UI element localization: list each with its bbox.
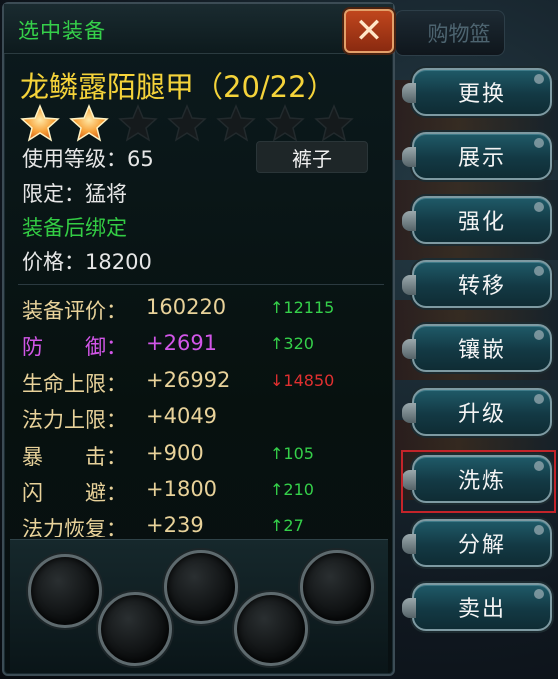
gem-socket[interactable]	[300, 550, 374, 624]
attribute-label: 法力上限：	[22, 408, 127, 432]
star-empty-icon	[265, 104, 305, 142]
replace-button[interactable]: 更换	[402, 68, 552, 116]
item-price: 价格：18200	[22, 250, 152, 274]
attribute-increase: ↑320	[270, 334, 314, 353]
gem-socket-tray	[10, 539, 388, 673]
attribute-decrease: ↓14850	[270, 371, 335, 390]
attribute-increase: ↑210	[270, 480, 314, 499]
attribute-label: 闪 避：	[22, 481, 127, 505]
show-button[interactable]: 展示	[402, 132, 552, 180]
star-empty-icon	[216, 104, 256, 142]
gem-socket[interactable]	[234, 592, 308, 666]
sell-button[interactable]: 卖出	[402, 583, 552, 631]
star-empty-icon	[167, 104, 207, 142]
attribute-row: 防 御： +2691 ↑320	[22, 331, 382, 365]
star-empty-icon	[118, 104, 158, 142]
star-empty-icon	[314, 104, 354, 142]
attribute-row: 闪 避： +1800 ↑210	[22, 477, 382, 511]
transfer-button[interactable]: 转移	[402, 260, 552, 308]
enhance-button[interactable]: 强化	[402, 196, 552, 244]
equipment-panel: 选中装备 ✕ 龙鳞露陌腿甲（20/22） 使用等级：65 裤子 限定：猛将 装备…	[2, 2, 395, 676]
item-name: 龙鳞露陌腿甲（20/22）	[20, 70, 336, 104]
close-button[interactable]: ✕	[344, 9, 394, 53]
attribute-row: 生命上限： +26992 ↓14850	[22, 368, 382, 402]
attribute-label: 装备评价：	[22, 299, 127, 323]
attribute-label: 暴 击：	[22, 445, 127, 469]
attribute-list[interactable]: 装备评价： 160220 ↑12115 防 御： +2691 ↑320 生命上限： +2699…	[4, 289, 397, 537]
panel-title: 选中装备	[18, 19, 106, 43]
bind-status: 装备后绑定	[22, 216, 127, 240]
star-filled-icon	[20, 104, 60, 142]
attribute-increase: ↑27	[270, 516, 304, 535]
inlay-button[interactable]: 镶嵌	[402, 324, 552, 372]
background-tab: 购物篮	[395, 10, 505, 56]
divider	[18, 284, 384, 285]
attribute-row: 法力上限： +4049	[22, 404, 382, 438]
attribute-increase: ↑12115	[270, 298, 335, 317]
close-icon: ✕	[354, 11, 384, 51]
attribute-value: 160220	[146, 295, 227, 319]
attribute-label: 生命上限：	[22, 372, 127, 396]
attribute-label: 防 御：	[22, 335, 127, 359]
gem-socket[interactable]	[28, 554, 102, 628]
gem-socket[interactable]	[98, 592, 172, 666]
class-restriction: 限定：猛将	[22, 182, 127, 206]
attribute-value: +900	[146, 441, 204, 465]
gem-socket[interactable]	[164, 550, 238, 624]
slot-type-badge: 裤子	[256, 141, 368, 173]
selection-highlight	[401, 450, 556, 513]
attribute-value: +26992	[146, 368, 231, 392]
decompose-button[interactable]: 分解	[402, 519, 552, 567]
title-bar: 选中装备 ✕	[4, 4, 394, 54]
star-filled-icon	[69, 104, 109, 142]
upgrade-button[interactable]: 升级	[402, 388, 552, 436]
attribute-value: +239	[146, 513, 204, 537]
attribute-label: 法力恢复：	[22, 517, 127, 537]
attribute-value: +1800	[146, 477, 218, 501]
attribute-value: +2691	[146, 331, 218, 355]
attribute-increase: ↑105	[270, 444, 314, 463]
star-rating	[20, 104, 354, 142]
attribute-value: +4049	[146, 404, 218, 428]
attribute-row: 装备评价： 160220 ↑12115	[22, 295, 382, 329]
level-requirement: 使用等级：65	[22, 147, 154, 171]
attribute-row: 法力恢复： +239 ↑27	[22, 513, 382, 537]
attribute-row: 暴 击： +900 ↑105	[22, 441, 382, 475]
